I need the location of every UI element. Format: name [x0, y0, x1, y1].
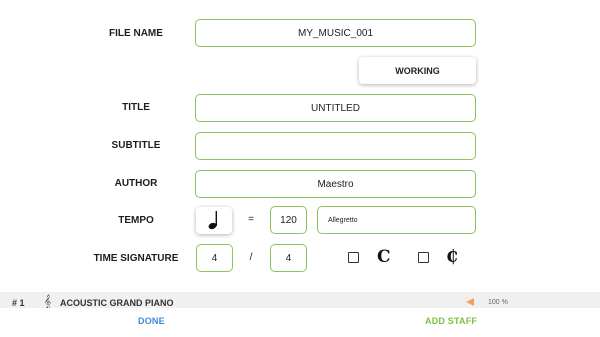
staff-number: # 1 — [12, 298, 25, 308]
tempo-bpm-field[interactable]: 120 — [270, 206, 307, 234]
time-signature-denominator-field[interactable]: 4 — [270, 244, 307, 272]
tempo-label: TEMPO — [118, 215, 154, 226]
file-name-label: FILE NAME — [109, 28, 163, 39]
treble-clef-icon: 𝄞 — [44, 294, 52, 308]
cut-time-icon: ₵ — [446, 247, 458, 267]
author-label: AUTHOR — [114, 178, 158, 189]
common-time-checkbox[interactable] — [348, 252, 359, 263]
working-button[interactable]: WORKING — [359, 57, 476, 84]
title-label: TITLE — [122, 102, 150, 113]
time-signature-slash: / — [249, 252, 253, 263]
time-signature-label: TIME SIGNATURE — [93, 253, 179, 264]
staff-instrument-name: ACOUSTIC GRAND PIANO — [60, 298, 174, 308]
time-signature-numerator-field[interactable]: 4 — [196, 244, 233, 272]
done-button[interactable]: DONE — [138, 316, 165, 326]
file-name-field[interactable]: MY_MUSIC_001 — [195, 19, 476, 47]
author-field[interactable]: Maestro — [195, 170, 476, 198]
tempo-marking-field[interactable]: Allegretto — [317, 206, 476, 234]
subtitle-field[interactable] — [195, 132, 476, 160]
note-value-button[interactable] — [196, 207, 232, 234]
subtitle-label: SUBTITLE — [111, 140, 161, 151]
common-time-icon: C — [377, 247, 391, 267]
title-field[interactable]: UNTITLED — [195, 94, 476, 122]
footer-bar: DONE ADD STAFF — [0, 308, 600, 337]
staff-volume-value: 100 % — [488, 299, 508, 306]
quarter-note-icon — [208, 210, 220, 232]
tempo-equals-sign: = — [248, 214, 254, 225]
add-staff-button[interactable]: ADD STAFF — [425, 316, 477, 326]
volume-icon[interactable] — [466, 298, 474, 306]
cut-time-checkbox[interactable] — [418, 252, 429, 263]
